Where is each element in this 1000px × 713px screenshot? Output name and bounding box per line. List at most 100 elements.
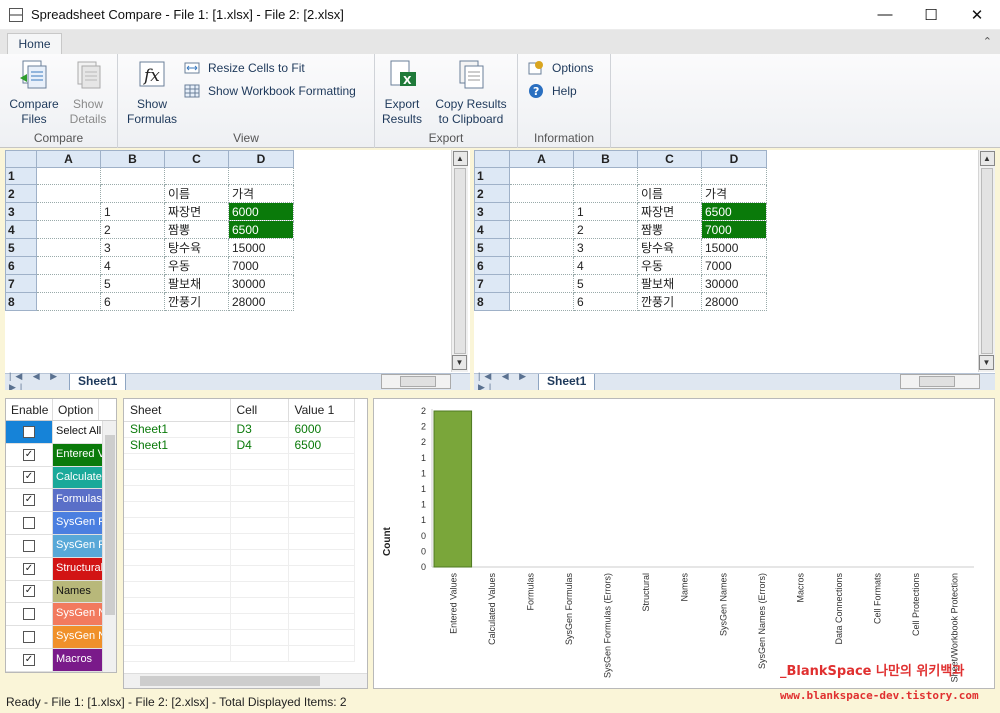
row-header[interactable]: 5	[5, 238, 37, 257]
option-checkbox[interactable]: ✓	[23, 562, 35, 575]
grid-cell[interactable]	[36, 202, 101, 221]
grid-cell[interactable]: 6	[573, 292, 638, 311]
grid-cell[interactable]	[509, 184, 574, 203]
column-header[interactable]: A	[509, 150, 574, 168]
grid-cell[interactable]	[36, 292, 101, 311]
grid-cell[interactable]: 30000	[228, 274, 294, 293]
h-scroll-thumb[interactable]	[400, 376, 436, 387]
grid-cell[interactable]: 짬뽕	[637, 220, 702, 239]
grid-cell[interactable]	[509, 274, 574, 293]
grid-cell[interactable]: 4	[573, 256, 638, 275]
minimize-button[interactable]: —	[862, 0, 908, 30]
grid-cell[interactable]	[100, 184, 165, 203]
column-header[interactable]: D	[228, 150, 294, 168]
row-header[interactable]: 1	[474, 167, 510, 185]
copy-results-button[interactable]: Copy Results to Clipboard	[429, 58, 513, 127]
grid-cell[interactable]: 짜장면	[164, 202, 229, 221]
options-scroll-thumb[interactable]	[105, 435, 115, 615]
row-header[interactable]: 3	[5, 202, 37, 221]
grid-cell[interactable]: 탕수육	[164, 238, 229, 257]
grid-cell[interactable]: 3	[100, 238, 165, 257]
option-checkbox[interactable]: ✓	[23, 653, 35, 666]
results-scroll-thumb[interactable]	[140, 676, 320, 686]
option-checkbox[interactable]	[23, 517, 35, 530]
sheet-nav-arrows-icon[interactable]: |◀ ◀ ▶ ▶|	[474, 371, 538, 390]
right-horizontal-scrollbar[interactable]	[900, 374, 980, 389]
right-vertical-scrollbar[interactable]: ▲ ▼	[978, 150, 995, 372]
column-header[interactable]: C	[164, 150, 229, 168]
grid-cell[interactable]: 탕수육	[637, 238, 702, 257]
grid-cell[interactable]	[573, 184, 638, 203]
option-checkbox[interactable]: ✓	[23, 494, 35, 507]
option-checkbox[interactable]	[23, 608, 35, 621]
show-details-button[interactable]: Show Details	[62, 58, 114, 127]
tab-home[interactable]: Home	[7, 33, 62, 54]
grid-cell[interactable]: 7000	[701, 256, 767, 275]
grid-cell[interactable]	[637, 167, 702, 185]
grid-cell[interactable]	[509, 238, 574, 257]
grid-cell[interactable]: 28000	[228, 292, 294, 311]
grid-cell[interactable]: 가격	[701, 184, 767, 203]
row-header[interactable]: 5	[474, 238, 510, 257]
options-button[interactable]: Options	[528, 58, 593, 78]
grid-cell[interactable]: 짜장면	[637, 202, 702, 221]
left-vertical-scrollbar[interactable]: ▲ ▼	[451, 150, 468, 372]
row-header[interactable]: 3	[474, 202, 510, 221]
row-header[interactable]: 8	[5, 292, 37, 311]
grid-cell[interactable]	[36, 167, 101, 185]
option-checkbox[interactable]	[23, 539, 35, 552]
export-results-button[interactable]: X Export Results	[381, 58, 423, 127]
option-row[interactable]: ✓ Structural	[6, 557, 116, 581]
grid-cell[interactable]: 깐풍기	[637, 292, 702, 311]
column-header[interactable]: A	[36, 150, 101, 168]
scroll-down-icon[interactable]: ▼	[452, 355, 467, 370]
option-checkbox[interactable]: ✓	[23, 471, 35, 484]
left-sheet-tab[interactable]: Sheet1	[69, 373, 127, 390]
grid-cell[interactable]	[164, 167, 229, 185]
grid-cell[interactable]	[36, 184, 101, 203]
grid-cell[interactable]: 28000	[701, 292, 767, 311]
grid-cell[interactable]: 7000	[701, 220, 767, 239]
row-header[interactable]: 2	[474, 184, 510, 203]
ribbon-collapse-icon[interactable]: ⌃	[983, 35, 992, 48]
option-checkbox[interactable]	[23, 631, 35, 644]
grid-corner[interactable]	[5, 150, 37, 168]
close-button[interactable]: ✕	[954, 0, 1000, 30]
grid-cell[interactable]: 2	[573, 220, 638, 239]
grid-cell[interactable]	[36, 274, 101, 293]
scroll-up-icon[interactable]: ▲	[452, 151, 468, 166]
option-row[interactable]: SysGen Formulas (Errors)	[6, 534, 116, 558]
grid-cell[interactable]: 깐풍기	[164, 292, 229, 311]
grid-cell[interactable]: 이름	[164, 184, 229, 203]
grid-cell[interactable]: 2	[100, 220, 165, 239]
row-header[interactable]: 4	[5, 220, 37, 239]
right-grid[interactable]: A B C D 1 2 이름 가격 3 1 짜장면 6500 4 2 짬뽕 7000 5 3 탕수육 1500…	[474, 150, 767, 311]
results-row[interactable]: Sheet1 D3 6000	[124, 421, 355, 438]
grid-cell[interactable]: 6500	[701, 202, 767, 221]
h-scroll-thumb[interactable]	[919, 376, 955, 387]
option-row[interactable]: ✓ Names	[6, 580, 116, 604]
column-header[interactable]: C	[637, 150, 702, 168]
option-row[interactable]: SysGen Formulas	[6, 512, 116, 535]
grid-cell[interactable]: 15000	[701, 238, 767, 257]
results-horizontal-scrollbar[interactable]	[124, 673, 367, 688]
compare-files-button[interactable]: Compare Files	[6, 58, 62, 127]
grid-corner[interactable]	[474, 150, 510, 168]
option-row[interactable]: SysGen Names	[6, 603, 116, 627]
option-row[interactable]: ✓Entered Values	[6, 443, 116, 467]
row-header[interactable]: 7	[5, 274, 37, 293]
grid-cell[interactable]	[36, 220, 101, 239]
grid-cell[interactable]	[573, 167, 638, 185]
grid-cell[interactable]: 가격	[228, 184, 294, 203]
grid-cell[interactable]: 15000	[228, 238, 294, 257]
grid-cell[interactable]: 우동	[637, 256, 702, 275]
scroll-up-icon[interactable]: ▲	[979, 151, 995, 166]
options-scrollbar[interactable]	[102, 421, 116, 672]
grid-cell[interactable]: 5	[573, 274, 638, 293]
grid-cell[interactable]: 6500	[228, 220, 294, 239]
grid-cell[interactable]	[100, 167, 165, 185]
option-row[interactable]: ✓ Formulas	[6, 489, 116, 513]
grid-cell[interactable]: 1	[573, 202, 638, 221]
left-horizontal-scrollbar[interactable]	[381, 374, 451, 389]
row-header[interactable]: 1	[5, 167, 37, 185]
